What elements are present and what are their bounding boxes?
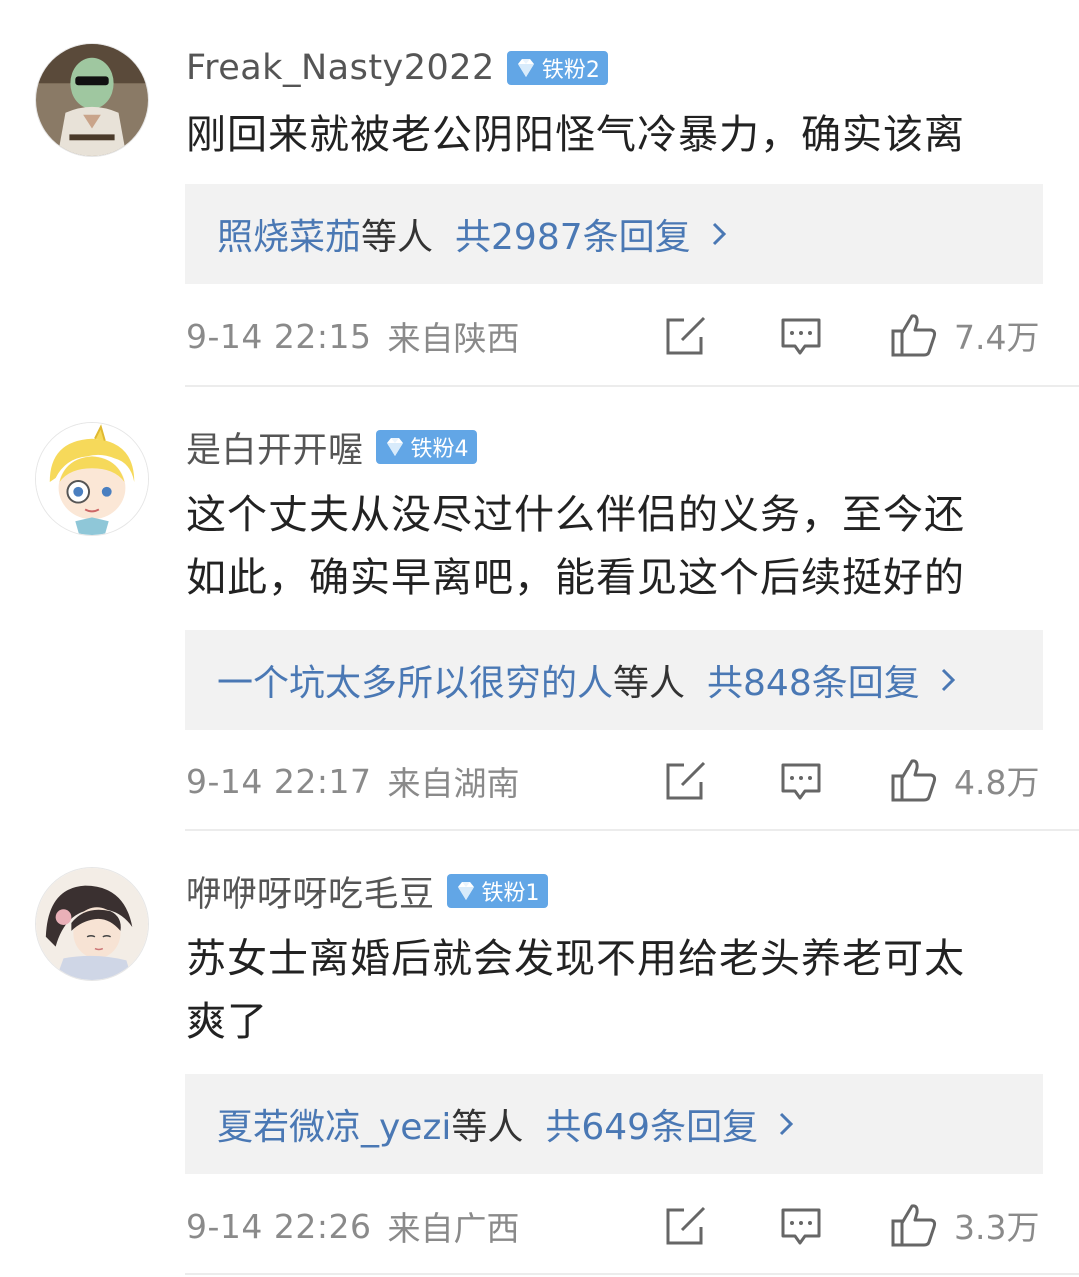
comment-meta: 9-14 22:15 来自陕西 — [186, 311, 520, 361]
reply-count[interactable]: 共848条回复 — [707, 654, 920, 706]
reply-summary[interactable]: 夏若微凉_yezi 等人 共649条回复 — [185, 1074, 1043, 1174]
reply-names[interactable]: 一个坑太多所以很穷的人 — [217, 654, 613, 706]
comment-button[interactable] — [780, 1207, 822, 1247]
reply-suffix: 等人 — [451, 1107, 524, 1148]
chevron-right-icon — [780, 1112, 794, 1136]
username[interactable]: Freak_Nasty2022 — [186, 48, 495, 88]
divider — [185, 1273, 1079, 1275]
avatar[interactable] — [35, 422, 149, 536]
comment-meta: 9-14 22:26 来自广西 — [186, 1201, 520, 1251]
location: 来自陕西 — [387, 319, 520, 358]
comment-text: 苏女士离婚后就会发现不用给老头养老可太 爽了 — [186, 928, 1046, 1054]
comment-line: 爽了 — [186, 999, 268, 1045]
location: 来自广西 — [387, 1209, 520, 1248]
comment-icon — [781, 1208, 821, 1245]
comment-text: 刚回来就被老公阴阳怪气冷暴力，确实该离 — [186, 104, 1046, 167]
like-icon — [891, 314, 937, 357]
reply-summary[interactable]: 照烧菜茄 等人 共2987条回复 — [185, 184, 1043, 284]
share-button[interactable] — [664, 1205, 708, 1247]
badge-label: 铁粉1 — [481, 881, 540, 906]
reply-summary[interactable]: 一个坑太多所以很穷的人 等人 共848条回复 — [185, 630, 1043, 730]
comment-button[interactable] — [780, 317, 822, 357]
comment-button[interactable] — [780, 762, 822, 802]
avatar[interactable] — [35, 43, 149, 157]
like-count: 7.4万 — [954, 318, 1040, 357]
reply-names[interactable]: 照烧菜茄 — [217, 208, 361, 260]
divider — [185, 829, 1079, 831]
comment-line: 刚回来就被老公阴阳怪气冷暴力，确实该离 — [186, 112, 965, 158]
reply-count[interactable]: 共2987条回复 — [455, 208, 691, 260]
fan-badge[interactable]: 铁粉4 — [375, 430, 477, 464]
user-row: 是白开开喔 铁粉4 — [186, 423, 477, 471]
like-count: 4.8万 — [954, 763, 1040, 802]
location: 来自湖南 — [387, 764, 520, 803]
comment-icon — [781, 318, 821, 355]
comment-line: 苏女士离婚后就会发现不用给老头养老可太 — [186, 936, 965, 982]
reply-names[interactable]: 夏若微凉_yezi — [217, 1098, 451, 1150]
comment-line: 这个丈夫从没尽过什么伴侣的义务，至今还 — [186, 492, 965, 538]
share-button[interactable] — [664, 760, 708, 802]
timestamp: 9-14 22:15 — [186, 316, 372, 356]
fan-badge[interactable]: 铁粉2 — [506, 51, 608, 85]
share-icon — [666, 316, 706, 355]
share-button[interactable] — [664, 315, 708, 357]
comment-meta: 9-14 22:17 来自湖南 — [186, 756, 520, 806]
comment-line: 如此，确实早离吧，能看见这个后续挺好的 — [186, 555, 965, 601]
like-icon — [891, 1204, 937, 1247]
timestamp: 9-14 22:17 — [186, 761, 372, 801]
chevron-right-icon — [941, 668, 955, 692]
fan-badge[interactable]: 铁粉1 — [446, 874, 548, 908]
badge-label: 铁粉2 — [541, 58, 600, 83]
diamond-icon — [457, 882, 474, 900]
share-icon — [666, 1206, 706, 1245]
username[interactable]: 咿咿呀呀吃毛豆 — [186, 866, 435, 917]
reply-suffix: 等人 — [613, 663, 686, 704]
diamond-icon — [386, 438, 403, 456]
share-icon — [666, 761, 706, 800]
comment-icon — [781, 763, 821, 800]
user-row: 咿咿呀呀吃毛豆 铁粉1 — [186, 867, 548, 915]
avatar[interactable] — [35, 867, 149, 981]
like-button[interactable]: 4.8万 — [890, 756, 1039, 804]
username[interactable]: 是白开开喔 — [186, 422, 364, 473]
like-icon — [891, 759, 937, 802]
reply-count[interactable]: 共649条回复 — [545, 1098, 758, 1150]
divider — [185, 385, 1079, 387]
reply-suffix: 等人 — [361, 217, 434, 258]
timestamp: 9-14 22:26 — [186, 1206, 372, 1246]
like-button[interactable]: 7.4万 — [890, 311, 1039, 359]
comment-text: 这个丈夫从没尽过什么伴侣的义务，至今还 如此，确实早离吧，能看见这个后续挺好的 — [186, 484, 1046, 610]
like-button[interactable]: 3.3万 — [890, 1201, 1039, 1249]
chevron-right-icon — [712, 222, 726, 246]
badge-label: 铁粉4 — [410, 437, 469, 462]
like-count: 3.3万 — [954, 1208, 1040, 1247]
user-row: Freak_Nasty2022 铁粉2 — [186, 44, 608, 92]
diamond-icon — [517, 59, 534, 77]
